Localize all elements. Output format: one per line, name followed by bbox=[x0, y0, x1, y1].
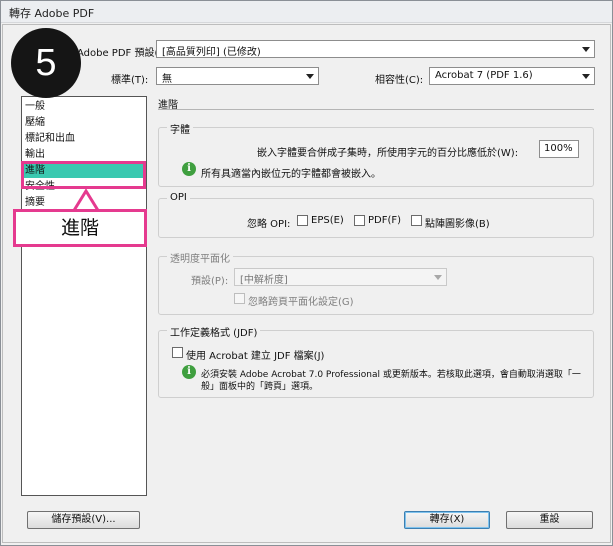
preset-value: [高品質列印] (已修改) bbox=[162, 47, 261, 58]
ignore-spread-overrides-checkbox[interactable] bbox=[234, 293, 245, 304]
create-jdf-label: 使用 Acrobat 建立 JDF 檔案(J) bbox=[186, 351, 325, 362]
window-title: 轉存 Adobe PDF bbox=[9, 7, 95, 20]
subset-threshold-input[interactable]: 100% bbox=[539, 140, 579, 158]
preset-dropdown[interactable]: [高品質列印] (已修改) bbox=[156, 40, 595, 58]
title-bar: 轉存 Adobe PDF bbox=[1, 1, 612, 23]
export-button[interactable]: 轉存(X) bbox=[404, 511, 490, 529]
callout-highlight-frame bbox=[21, 161, 146, 189]
sidebar-item-general[interactable]: 一般 bbox=[24, 99, 144, 114]
sidebar-item-compression[interactable]: 壓縮 bbox=[24, 115, 144, 130]
fonts-note: 所有具適當內嵌位元的字體都會被嵌入。 bbox=[201, 169, 381, 180]
standard-label: 標準(T): bbox=[111, 75, 149, 86]
standard-dropdown[interactable]: 無 bbox=[156, 67, 319, 85]
compatibility-dropdown[interactable]: Acrobat 7 (PDF 1.6) bbox=[429, 67, 595, 85]
flattener-group-title: 透明度平面化 bbox=[167, 250, 233, 265]
standard-value: 無 bbox=[162, 74, 172, 85]
pdf-checkbox[interactable] bbox=[354, 215, 365, 226]
flattener-preset-label: 預設(P): bbox=[191, 276, 229, 287]
eps-label: EPS(E) bbox=[311, 215, 344, 226]
flattener-preset-dropdown[interactable]: [中解析度] bbox=[234, 268, 447, 286]
chevron-down-icon bbox=[582, 47, 590, 52]
pdf-label: PDF(F) bbox=[368, 215, 402, 226]
sidebar-item-marks-bleeds[interactable]: 標記和出血 bbox=[24, 131, 144, 146]
info-icon: i bbox=[182, 365, 196, 379]
omit-opi-label: 忽略 OPI: bbox=[247, 219, 291, 230]
callout-label: 進階 bbox=[13, 209, 147, 247]
subset-threshold-label: 嵌入字體要合併成子集時，所使用字元的百分比應低於(W): bbox=[257, 148, 519, 159]
flattener-preset-value: [中解析度] bbox=[240, 275, 288, 286]
bitmap-checkbox[interactable] bbox=[411, 215, 422, 226]
save-preset-button[interactable]: 儲存預設(V)... bbox=[27, 511, 140, 529]
panel-divider bbox=[158, 109, 594, 110]
compatibility-value: Acrobat 7 (PDF 1.6) bbox=[435, 70, 533, 81]
jdf-note-line2: 般」面板中的「跨頁」選項。 bbox=[201, 382, 319, 392]
compatibility-label: 相容性(C): bbox=[375, 75, 424, 86]
chevron-down-icon bbox=[434, 275, 442, 280]
subset-threshold-value: 100% bbox=[544, 143, 573, 154]
reset-button[interactable]: 重設 bbox=[506, 511, 593, 529]
bitmap-label: 點陣圖影像(B) bbox=[425, 219, 490, 230]
sidebar-item-output[interactable]: 輸出 bbox=[24, 147, 144, 162]
jdf-group-title: 工作定義格式 (JDF) bbox=[167, 324, 261, 339]
opi-group-title: OPI bbox=[167, 192, 190, 203]
chevron-down-icon bbox=[582, 74, 590, 79]
ignore-spread-overrides-label: 忽略跨頁平面化設定(G) bbox=[248, 297, 354, 308]
fonts-group-title: 字體 bbox=[167, 121, 193, 136]
eps-checkbox[interactable] bbox=[297, 215, 308, 226]
info-icon: i bbox=[182, 162, 196, 176]
create-jdf-checkbox[interactable] bbox=[172, 347, 183, 358]
step-number-badge: 5 bbox=[11, 28, 81, 98]
chevron-down-icon bbox=[306, 74, 314, 79]
category-list: 一般 壓縮 標記和出血 輸出 進階 安全性 摘要 bbox=[21, 96, 147, 496]
export-pdf-dialog: 轉存 Adobe PDF Adobe PDF 預設(S): [高品質列印] (已… bbox=[0, 0, 613, 546]
